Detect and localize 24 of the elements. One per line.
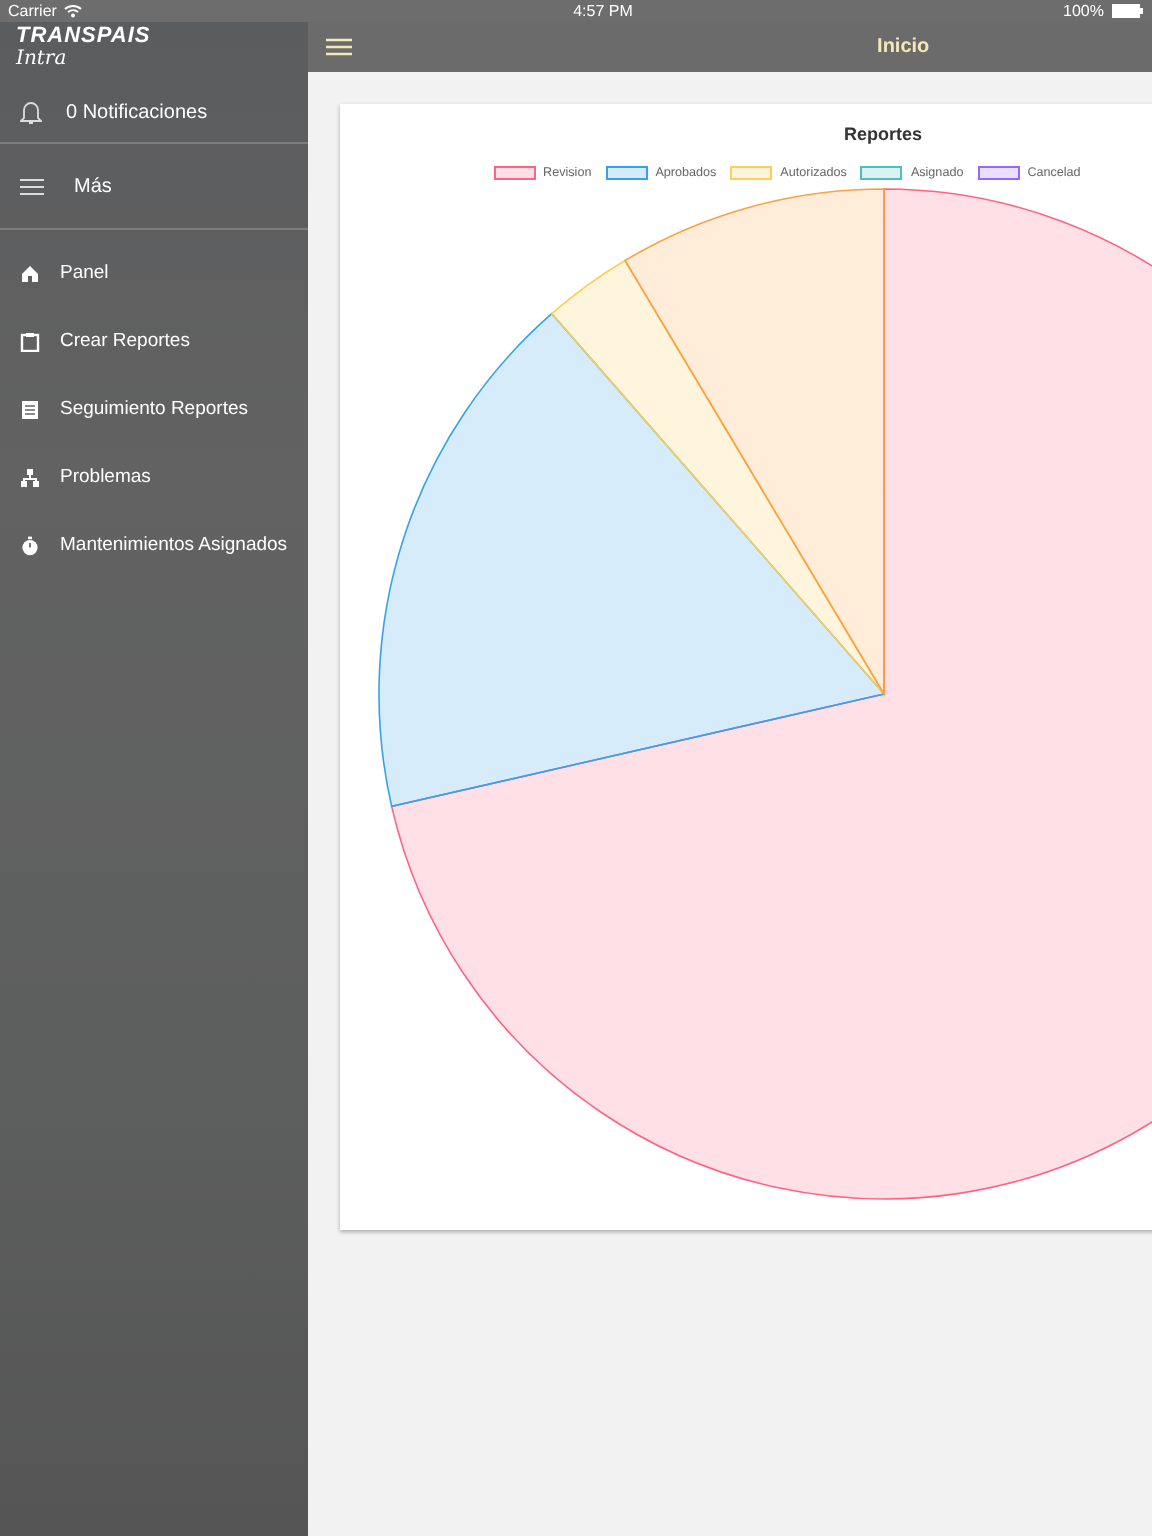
menu-icon[interactable] — [325, 38, 352, 56]
menu-icon — [20, 177, 44, 195]
more-item[interactable]: Más — [0, 144, 308, 228]
document-icon — [20, 400, 40, 420]
wifi-icon — [64, 4, 83, 18]
chart-title: Reportes — [844, 122, 923, 148]
logo-text: TRANSPAIS — [16, 26, 153, 48]
notifications-item[interactable]: 0 Notificaciones — [0, 82, 308, 142]
logo-subtitle: Intra — [16, 48, 69, 70]
home-icon — [20, 264, 40, 284]
menu-item[interactable]: Problemas — [0, 444, 308, 512]
stopwatch-icon — [20, 536, 40, 556]
menu-item[interactable]: Mantenimientos Asignados — [0, 512, 308, 580]
bell-icon — [20, 100, 42, 124]
page-title: Inicio — [877, 34, 930, 62]
menu-item[interactable]: Panel — [0, 240, 308, 308]
battery-icon — [1112, 4, 1144, 18]
clipboard-icon — [20, 332, 40, 352]
battery-label: 100% — [1063, 0, 1104, 22]
clock-time: 4:57 PM — [573, 0, 633, 22]
menu-item[interactable]: Seguimiento Reportes — [0, 376, 308, 444]
menu-item[interactable]: Crear Reportes — [0, 308, 308, 376]
carrier-label: Carrier — [8, 0, 57, 22]
network-icon — [20, 468, 40, 488]
